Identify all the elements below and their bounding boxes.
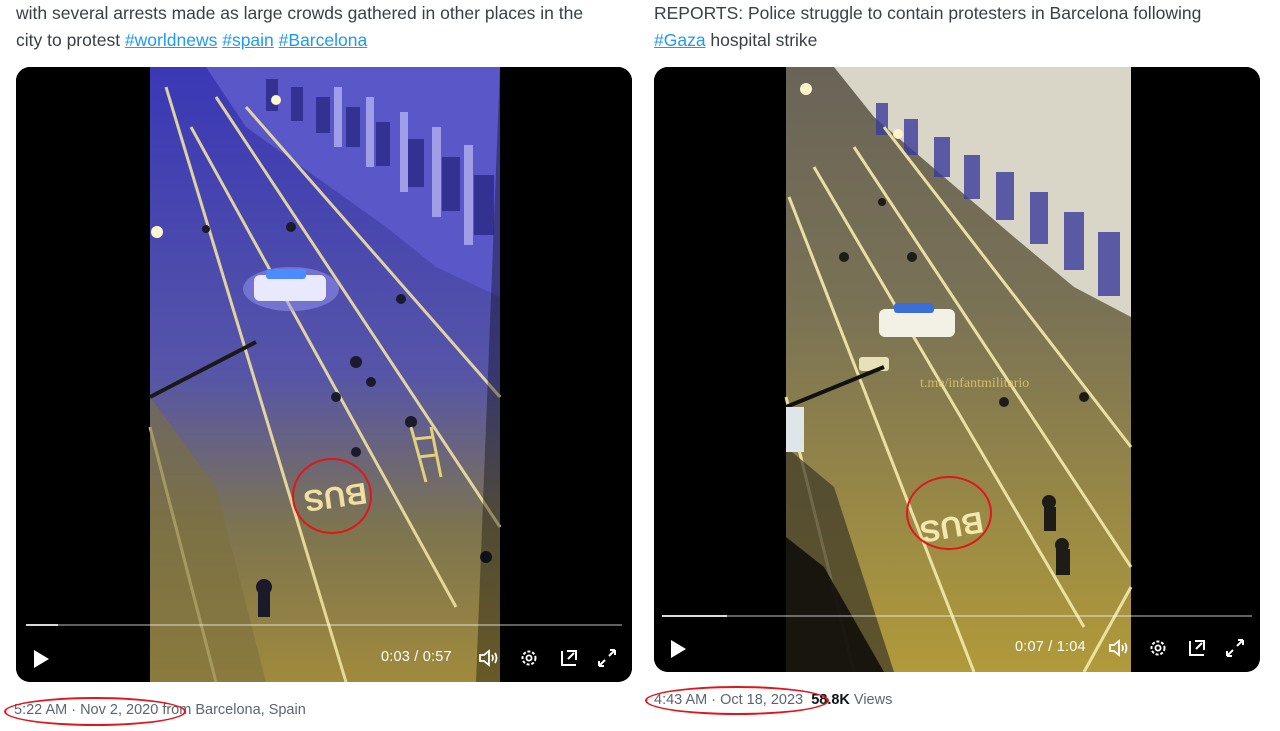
- left-video-frame: BUS: [16, 67, 632, 682]
- hashtag-barcelona[interactable]: #Barcelona: [279, 30, 368, 50]
- volume-icon[interactable]: [1108, 638, 1130, 663]
- left-tweet-line1: with several arrests made as large crowd…: [16, 3, 584, 23]
- left-bus-highlight-circle: [292, 458, 372, 534]
- settings-icon[interactable]: [518, 647, 540, 674]
- left-duration: 0:57: [422, 649, 452, 665]
- hashtag-gaza[interactable]: #Gaza: [654, 30, 706, 50]
- hashtag-worldnews[interactable]: #worldnews: [125, 30, 217, 50]
- left-progress-track[interactable]: [26, 624, 622, 626]
- right-progress-fill: [662, 615, 727, 617]
- right-time-separator: /: [1044, 639, 1057, 655]
- right-bus-highlight-circle: [906, 476, 992, 550]
- volume-icon[interactable]: [478, 648, 500, 673]
- right-current-time: 0:07: [1015, 639, 1045, 655]
- left-time-separator: /: [410, 649, 423, 665]
- play-icon[interactable]: [32, 649, 50, 674]
- right-video-frame: t.me/infantmilitario BUS: [654, 67, 1260, 672]
- right-timestamp-highlight: [645, 686, 829, 715]
- settings-icon[interactable]: [1147, 637, 1169, 664]
- left-time-display: 0:03 / 0:57: [381, 649, 452, 665]
- play-icon[interactable]: [669, 639, 687, 664]
- pip-icon[interactable]: [1186, 637, 1208, 664]
- right-tweet-text: REPORTS: Police struggle to contain prot…: [654, 0, 1264, 54]
- right-video-watermark: t.me/infantmilitario: [920, 376, 1029, 391]
- right-tweet-line2: #Gaza hospital strike: [654, 27, 1264, 54]
- pip-icon[interactable]: [558, 647, 580, 674]
- left-tweet-text: with several arrests made as large crowd…: [16, 0, 642, 54]
- right-video-player[interactable]: t.me/infantmilitario BUS 0:07 / 1:04: [654, 67, 1260, 672]
- right-progress-track[interactable]: [662, 615, 1252, 617]
- fullscreen-icon[interactable]: [1224, 637, 1246, 664]
- right-views-label: Views: [849, 692, 893, 708]
- left-video-player[interactable]: BUS 0:03 / 0:57: [16, 67, 632, 682]
- hashtag-spain[interactable]: #spain: [222, 30, 274, 50]
- left-tweet-line2-prefix: city to protest: [16, 30, 125, 50]
- left-current-time: 0:03: [381, 649, 411, 665]
- right-tweet-line1: REPORTS: Police struggle to contain prot…: [654, 3, 1202, 23]
- left-tweet-line2: city to protest #worldnews #spain #Barce…: [16, 27, 642, 54]
- right-tweet-line2-suffix: hospital strike: [705, 30, 818, 50]
- fullscreen-icon[interactable]: [596, 647, 618, 674]
- right-duration: 1:04: [1056, 639, 1086, 655]
- left-timestamp-highlight: [4, 697, 186, 726]
- left-progress-fill: [26, 624, 58, 626]
- right-time-display: 0:07 / 1:04: [1015, 639, 1086, 655]
